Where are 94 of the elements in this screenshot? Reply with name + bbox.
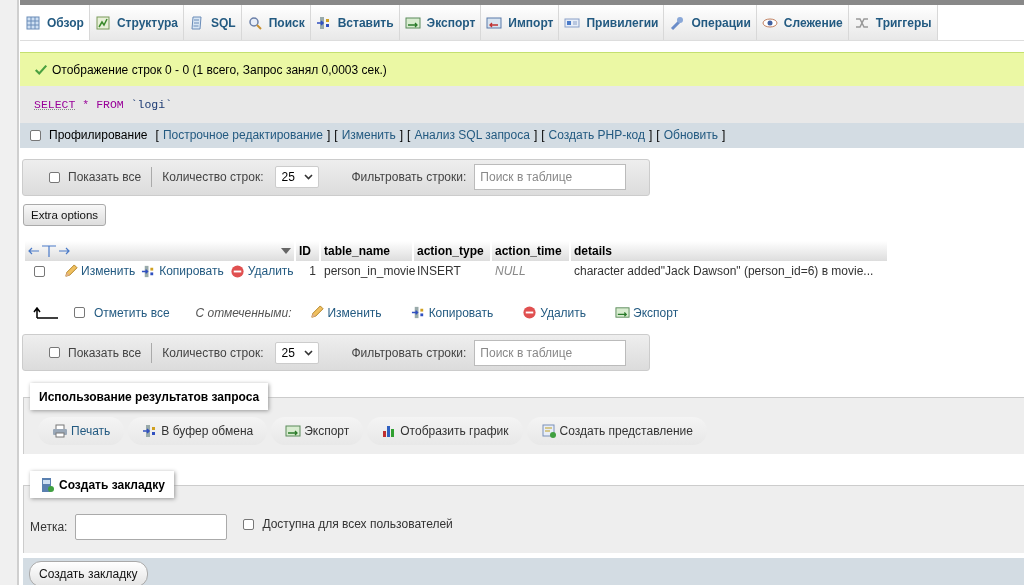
action-button[interactable]: Отобразить график — [367, 417, 523, 445]
row-action-link[interactable]: Копировать — [141, 263, 224, 279]
tab[interactable]: Триггеры — [848, 5, 938, 41]
input-field[interactable] — [75, 513, 228, 540]
link[interactable]: Создать PHP-код — [548, 128, 645, 143]
tab[interactable]: Экспорт — [399, 5, 482, 41]
table-icon — [25, 14, 41, 31]
bracket-text: ] — [722, 128, 726, 143]
bulk-action-link[interactable]: Удалить — [522, 305, 587, 321]
bulk-action-link[interactable]: Копировать — [410, 305, 494, 321]
insert-icon — [315, 14, 332, 31]
profiling-label: Профилирование — [49, 128, 148, 143]
column-header[interactable]: action_time — [492, 240, 569, 261]
search-field[interactable]: Поиск в таблице — [474, 164, 627, 191]
message-text: Отображение строк 0 - 0 (1 всего, Запрос занял 0,0003 сек.) — [52, 62, 387, 77]
minus-circle-icon — [522, 305, 538, 321]
document-icon — [189, 14, 205, 31]
export-icon — [285, 423, 302, 439]
bracket-text: ] — [326, 128, 331, 143]
pencil-icon — [309, 305, 325, 321]
bracket-text: [ — [334, 128, 338, 143]
show-all-label: Показать все — [68, 170, 142, 185]
with-selected-label: С отмеченными: — [195, 305, 292, 320]
chart-icon — [94, 14, 111, 31]
check-icon — [34, 62, 48, 77]
bulk-action-link[interactable]: Изменить — [309, 305, 382, 321]
column-header[interactable]: details — [571, 240, 887, 261]
bracket-text: [ — [541, 128, 545, 143]
search-field[interactable]: Поиск в таблице — [474, 339, 627, 366]
chevron-icon — [304, 349, 314, 356]
row-action-link[interactable]: Удалить — [229, 263, 294, 279]
link[interactable]: Обновить — [663, 128, 719, 143]
tab[interactable]: Структура — [89, 5, 184, 41]
tab[interactable]: Операции — [664, 5, 757, 41]
rows-dropdown[interactable]: 25 — [275, 166, 320, 189]
bracket-text: [ — [407, 128, 411, 143]
tab[interactable]: SQL — [184, 5, 242, 41]
tab[interactable]: Слежение — [756, 5, 849, 41]
column-header[interactable]: ID — [296, 240, 319, 261]
export-icon — [404, 14, 421, 31]
link[interactable]: Изменить — [341, 128, 396, 143]
corner-arrow-icon — [32, 306, 58, 319]
search-icon — [246, 14, 263, 31]
show-all-label: Показать все — [68, 345, 142, 360]
printer-icon — [52, 423, 68, 439]
bracket-text: ] — [399, 128, 404, 143]
table-cell-text: NULL — [494, 262, 527, 280]
rows-dropdown[interactable]: 25 — [275, 341, 320, 364]
filter-label: Фильтровать строки: — [351, 170, 467, 185]
checkbox[interactable] — [49, 347, 60, 358]
checkbox[interactable] — [49, 171, 60, 183]
bookmark-icon — [39, 476, 55, 493]
link[interactable]: Построчное редактирование — [162, 128, 323, 143]
minus-circle-icon — [229, 263, 245, 279]
view-icon — [540, 423, 557, 439]
dropdown-arrow-icon[interactable] — [281, 247, 291, 254]
extra-options-button[interactable]: Extra options — [23, 203, 107, 226]
checkbox[interactable] — [74, 307, 85, 319]
wrench-icon — [669, 14, 686, 31]
sql-query: SELECT * FROM `logi` — [34, 97, 173, 111]
table-cell-text: character added"Jack Dawson" (person_id=6) в movie... — [573, 262, 875, 280]
checkbox[interactable] — [243, 518, 255, 530]
export-icon — [615, 305, 631, 321]
tab[interactable]: Привилегии — [559, 5, 665, 41]
fieldset-legend: Использование результатов запроса — [30, 383, 269, 410]
table-cell-text: INSERT — [416, 262, 462, 280]
bracket-text: ] — [533, 128, 538, 143]
link[interactable]: Анализ SQL запроса — [414, 128, 530, 143]
check-all-link[interactable]: Отметить все — [94, 305, 170, 320]
checkbox[interactable] — [34, 265, 45, 277]
bracket-text: [ — [656, 128, 660, 143]
filter-label: Фильтровать строки: — [351, 345, 467, 360]
pencil-icon — [63, 263, 78, 279]
column-arrows-icon[interactable] — [28, 244, 70, 257]
bracket-text: [ — [155, 128, 159, 143]
chevron-icon — [304, 174, 314, 181]
create-bookmark-button[interactable]: Создать закладку — [29, 561, 148, 585]
row-action-link[interactable]: Изменить — [63, 263, 136, 279]
column-header[interactable]: action_type — [414, 240, 490, 261]
import-icon — [486, 14, 503, 31]
insert-icon — [410, 305, 426, 321]
tab[interactable]: Импорт — [481, 5, 560, 41]
tab[interactable]: Вставить — [310, 5, 400, 41]
rows-label: Количество строк: — [162, 345, 264, 360]
legend-text: Создать закладку — [59, 477, 165, 492]
checkbox[interactable] — [30, 129, 41, 141]
column-header[interactable]: table_name — [321, 240, 412, 261]
bracket-text: ] — [649, 128, 653, 143]
bulk-action-link[interactable]: Экспорт — [615, 305, 679, 321]
tab[interactable]: Поиск — [241, 5, 311, 41]
label-text: Метка: — [30, 519, 68, 534]
rows-label: Количество строк: — [162, 170, 264, 185]
table-cell-text: 1 — [308, 262, 317, 280]
shared-label: Доступна для всех пользователей — [262, 517, 453, 531]
